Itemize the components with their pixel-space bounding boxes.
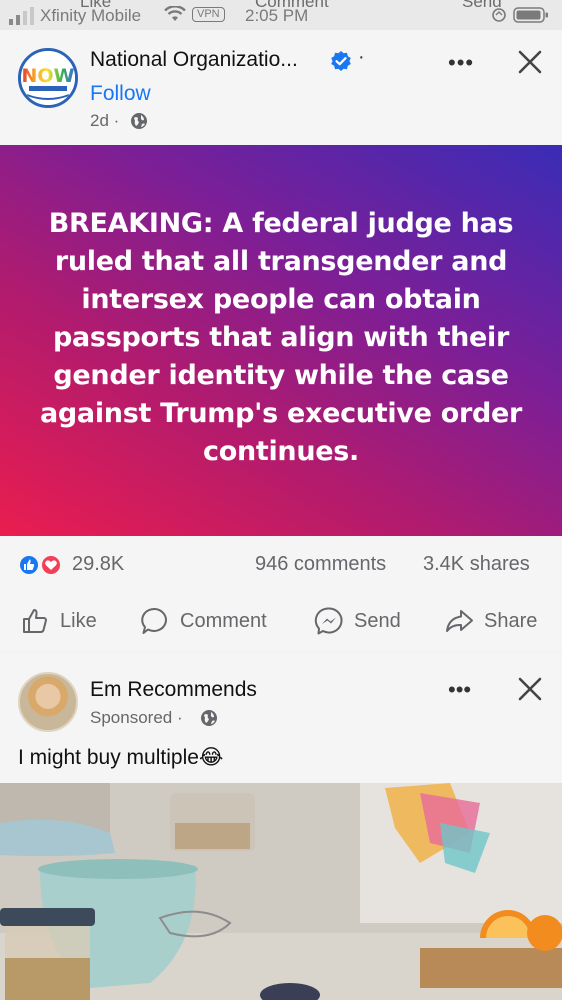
comment-button[interactable]: Comment [140, 606, 267, 636]
post-headline: BREAKING: A federal judge has ruled that… [39, 208, 523, 467]
send-label: Send [354, 609, 401, 632]
sponsored-header: Em Recommends Sponsored · ••• I might bu… [0, 655, 562, 783]
globe-icon [201, 710, 217, 726]
page-avatar[interactable]: NOW [18, 48, 78, 108]
verified-badge-icon [331, 51, 351, 71]
advertiser-avatar[interactable] [18, 672, 78, 732]
svg-text:NOW: NOW [21, 65, 74, 87]
globe-icon [131, 113, 147, 129]
reaction-count[interactable]: 29.8K [72, 553, 124, 576]
page-name[interactable]: National Organizatio... [90, 48, 298, 72]
like-reaction-icon [18, 554, 40, 576]
header-separator: · [358, 46, 365, 68]
messenger-icon [314, 607, 343, 635]
comment-label: Comment [180, 609, 267, 632]
sponsored-photo[interactable] [0, 783, 562, 1000]
advertiser-name[interactable]: Em Recommends [90, 678, 257, 702]
share-arrow-icon [446, 610, 473, 632]
wifi-icon [164, 6, 186, 21]
share-button[interactable]: Share [444, 606, 537, 636]
sponsored-caption: I might buy multiple😂 [18, 746, 224, 769]
now-logo-icon: NOW [21, 51, 75, 105]
send-button[interactable]: Send [314, 606, 401, 636]
carrier-name: Xfinity Mobile [40, 6, 142, 25]
post-image-card[interactable]: BREAKING: A federal judge has ruled that… [0, 145, 562, 536]
like-button[interactable]: Like [20, 606, 97, 636]
comments-count[interactable]: 946 comments [255, 553, 386, 576]
sponsored-post: Em Recommends Sponsored · ••• I might bu… [0, 655, 562, 1000]
kitchen-scene-image [0, 783, 562, 1000]
share-label: Share [484, 609, 538, 632]
love-reaction-icon [40, 554, 62, 576]
more-options-button[interactable]: ••• [448, 677, 478, 702]
close-icon[interactable] [516, 48, 544, 76]
post-header: NOW National Organizatio... · Follow 2d … [0, 30, 562, 145]
post-actions: Like Comment Send Share [0, 594, 562, 650]
follow-button[interactable]: Follow [90, 82, 151, 106]
signal-icon [9, 7, 34, 25]
post-timestamp: 2d · [90, 111, 120, 130]
battery-icon [492, 7, 548, 23]
sponsored-label: Sponsored · [90, 708, 183, 727]
close-icon[interactable] [516, 675, 544, 703]
vpn-badge: VPN [192, 7, 225, 22]
like-label: Like [60, 609, 97, 632]
post-stats: 29.8K 946 comments 3.4K shares [0, 536, 562, 594]
thumbs-up-icon [23, 609, 47, 633]
feed-post: NOW National Organizatio... · Follow 2d … [0, 30, 562, 650]
more-options-button[interactable]: ••• [448, 50, 478, 75]
shares-count[interactable]: 3.4K shares [423, 553, 530, 576]
status-bar: Like Comment Send Xfinity Mobile VPN 2:0… [0, 0, 562, 30]
comment-bubble-icon [141, 607, 167, 634]
status-time: 2:05 PM [245, 6, 309, 25]
